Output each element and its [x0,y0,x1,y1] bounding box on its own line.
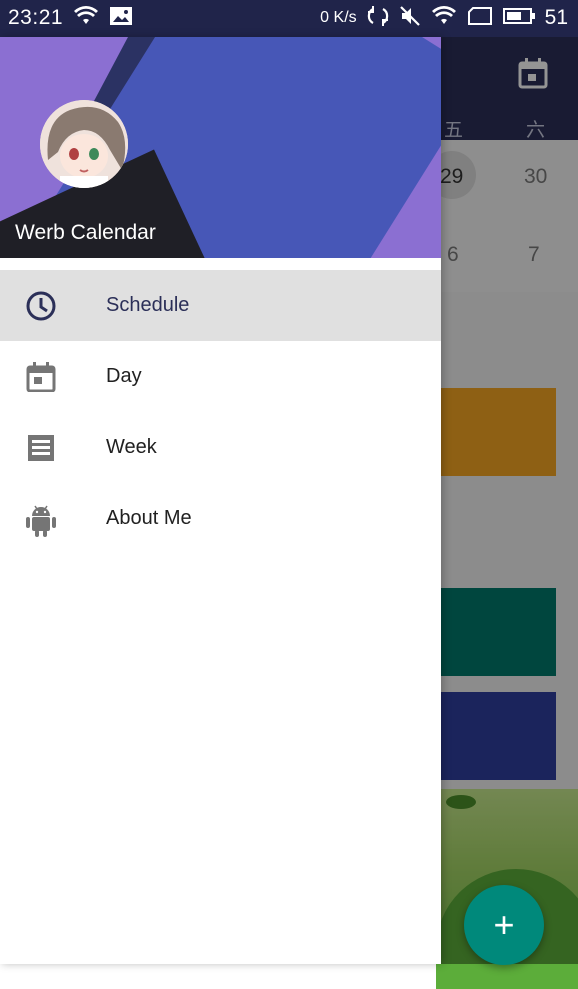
calendar-day-icon [26,362,56,393]
status-time: 23:21 [8,6,64,29]
network-speed: 0 K/s [320,9,357,26]
android-icon [26,504,56,537]
receipt-list-icon [26,433,56,463]
avatar[interactable] [40,100,128,188]
image-icon [109,6,133,31]
menu-item-day[interactable]: Day [0,341,441,412]
navigation-drawer: Werb Calendar Schedule Day Week About Me [0,37,441,964]
menu-item-label: Schedule [106,294,190,316]
drawer-title: Werb Calendar [15,221,156,244]
battery-level: 51 [544,6,568,29]
battery-icon [502,7,535,30]
menu-item-week[interactable]: Week [0,412,441,483]
sim-card-icon [467,6,493,31]
status-bar: 23:21 0 K/s 51 [0,0,578,37]
sync-icon [367,5,389,32]
menu-item-schedule[interactable]: Schedule [0,270,441,341]
wifi-signal-icon [431,5,457,31]
drawer-menu: Schedule Day Week About Me [0,270,441,554]
clock-icon [26,291,56,321]
menu-item-label: About Me [106,507,192,529]
menu-item-label: Week [106,436,157,458]
mute-icon [399,5,421,32]
menu-item-about-me[interactable]: About Me [0,483,441,554]
add-event-fab[interactable]: + [464,885,544,965]
menu-item-label: Day [106,365,142,387]
wifi-icon [73,5,99,31]
drawer-header: Werb Calendar [0,37,441,258]
